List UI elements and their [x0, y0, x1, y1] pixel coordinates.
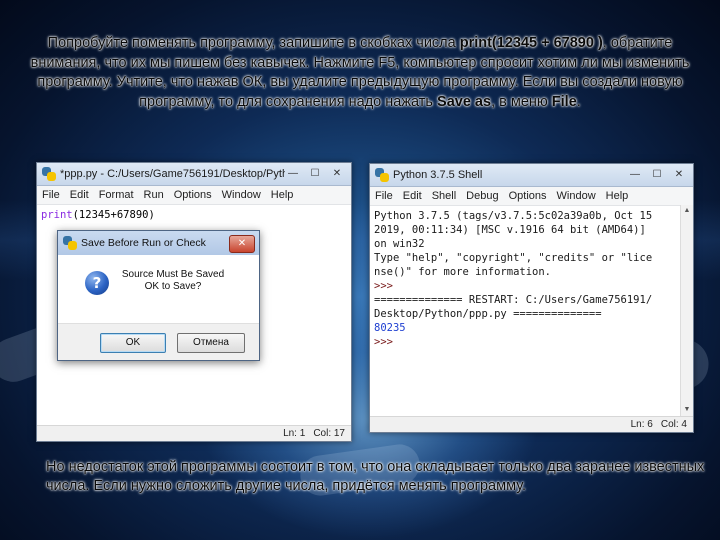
code-text: (12345+67890)	[72, 209, 155, 221]
instruction-part: .	[576, 93, 581, 110]
dialog-message: Source Must Be Saved OK to Save?	[118, 269, 228, 293]
menu-window[interactable]: Window	[217, 189, 266, 201]
close-icon[interactable]: ✕	[327, 166, 347, 182]
shell-window: Python 3.7.5 Shell — ☐ ✕ File Edit Shell…	[369, 163, 694, 433]
instruction-file: File	[551, 93, 577, 110]
close-icon[interactable]: ✕	[669, 167, 689, 183]
editor-statusbar: Ln: 1 Col: 17	[37, 425, 351, 441]
status-col: Col: 4	[660, 419, 687, 430]
code-editor[interactable]: print(12345+67890)	[37, 205, 351, 225]
shell-menubar: File Edit Shell Debug Options Window Hel…	[370, 187, 693, 206]
menu-help[interactable]: Help	[266, 189, 299, 201]
shell-prompt: >>>	[374, 336, 400, 348]
instruction-part: Попробуйте поменять программу, запишите …	[47, 35, 460, 51]
menu-edit[interactable]: Edit	[398, 190, 427, 202]
minimize-icon[interactable]: —	[283, 166, 303, 182]
menu-run[interactable]: Run	[139, 189, 169, 201]
cancel-button[interactable]: Отмена	[177, 333, 245, 353]
editor-title: *ppp.py - C:/Users/Game756191/Desktop/Py…	[60, 168, 285, 180]
scroll-down-icon[interactable]: ▼	[681, 404, 693, 416]
minimize-icon[interactable]: —	[625, 167, 645, 183]
python-icon	[63, 236, 77, 250]
shell-title: Python 3.7.5 Shell	[393, 169, 483, 181]
shell-statusbar: Ln: 6 Col: 4	[370, 416, 693, 432]
instruction-text-top: Попробуйте поменять программу, запишите …	[30, 34, 690, 112]
shell-line: Python 3.7.5 (tags/v3.7.5:5c02a39a0b, Oc…	[374, 210, 653, 222]
menu-file[interactable]: File	[370, 190, 398, 202]
menu-options[interactable]: Options	[169, 189, 217, 201]
menu-debug[interactable]: Debug	[461, 190, 503, 202]
editor-menubar: File Edit Format Run Options Window Help	[37, 186, 351, 205]
dialog-message-line: OK to Save?	[144, 281, 202, 292]
status-line: Ln: 6	[630, 419, 653, 430]
instruction-text-bottom: Но недостаток этой программы состоит в т…	[46, 459, 705, 494]
status-line: Ln: 1	[283, 428, 306, 439]
menu-help[interactable]: Help	[601, 190, 634, 202]
close-icon[interactable]: ✕	[229, 235, 255, 253]
dialog-body: ? Source Must Be Saved OK to Save?	[58, 255, 259, 324]
menu-options[interactable]: Options	[504, 190, 552, 202]
dialog-title: Save Before Run or Check	[81, 237, 206, 249]
shell-scrollbar[interactable]: ▲ ▼	[680, 205, 693, 416]
code-keyword: print	[41, 209, 73, 221]
shell-line: ============== RESTART: C:/Users/Game756…	[374, 294, 653, 306]
shell-output[interactable]: Python 3.7.5 (tags/v3.7.5:5c02a39a0b, Oc…	[370, 206, 693, 352]
menu-window[interactable]: Window	[552, 190, 601, 202]
shell-line: 2019, 00:11:34) [MSC v.1916 64 bit (AMD6…	[374, 224, 646, 236]
maximize-icon[interactable]: ☐	[305, 166, 325, 182]
dialog-message-line: Source Must Be Saved	[121, 269, 225, 280]
scroll-up-icon[interactable]: ▲	[681, 205, 693, 217]
editor-titlebar[interactable]: *ppp.py - C:/Users/Game756191/Desktop/Py…	[37, 163, 351, 186]
instruction-code: print(12345 + 67890 )	[459, 35, 603, 51]
shell-line: Desktop/Python/ppp.py ==============	[374, 308, 602, 320]
menu-format[interactable]: Format	[94, 189, 139, 201]
instruction-save-as: Save as	[437, 93, 492, 110]
shell-line: Type "help", "copyright", "credits" or "…	[374, 252, 653, 264]
menu-file[interactable]: File	[37, 189, 65, 201]
python-icon	[42, 167, 56, 181]
menu-edit[interactable]: Edit	[65, 189, 94, 201]
shell-line: nse()" for more information.	[374, 266, 552, 278]
shell-line: on win32	[374, 238, 425, 250]
status-col: Col: 17	[313, 428, 345, 439]
shell-line: >>>	[374, 280, 400, 292]
save-dialog: Save Before Run or Check ✕ ? Source Must…	[57, 230, 260, 361]
python-icon	[375, 168, 389, 182]
shell-result: 80235	[374, 322, 406, 334]
question-icon: ?	[85, 271, 109, 295]
menu-shell[interactable]: Shell	[427, 190, 461, 202]
shell-titlebar[interactable]: Python 3.7.5 Shell — ☐ ✕	[370, 164, 693, 187]
maximize-icon[interactable]: ☐	[647, 167, 667, 183]
instruction-part: , в меню	[491, 93, 552, 110]
ok-button[interactable]: OK	[100, 333, 166, 353]
